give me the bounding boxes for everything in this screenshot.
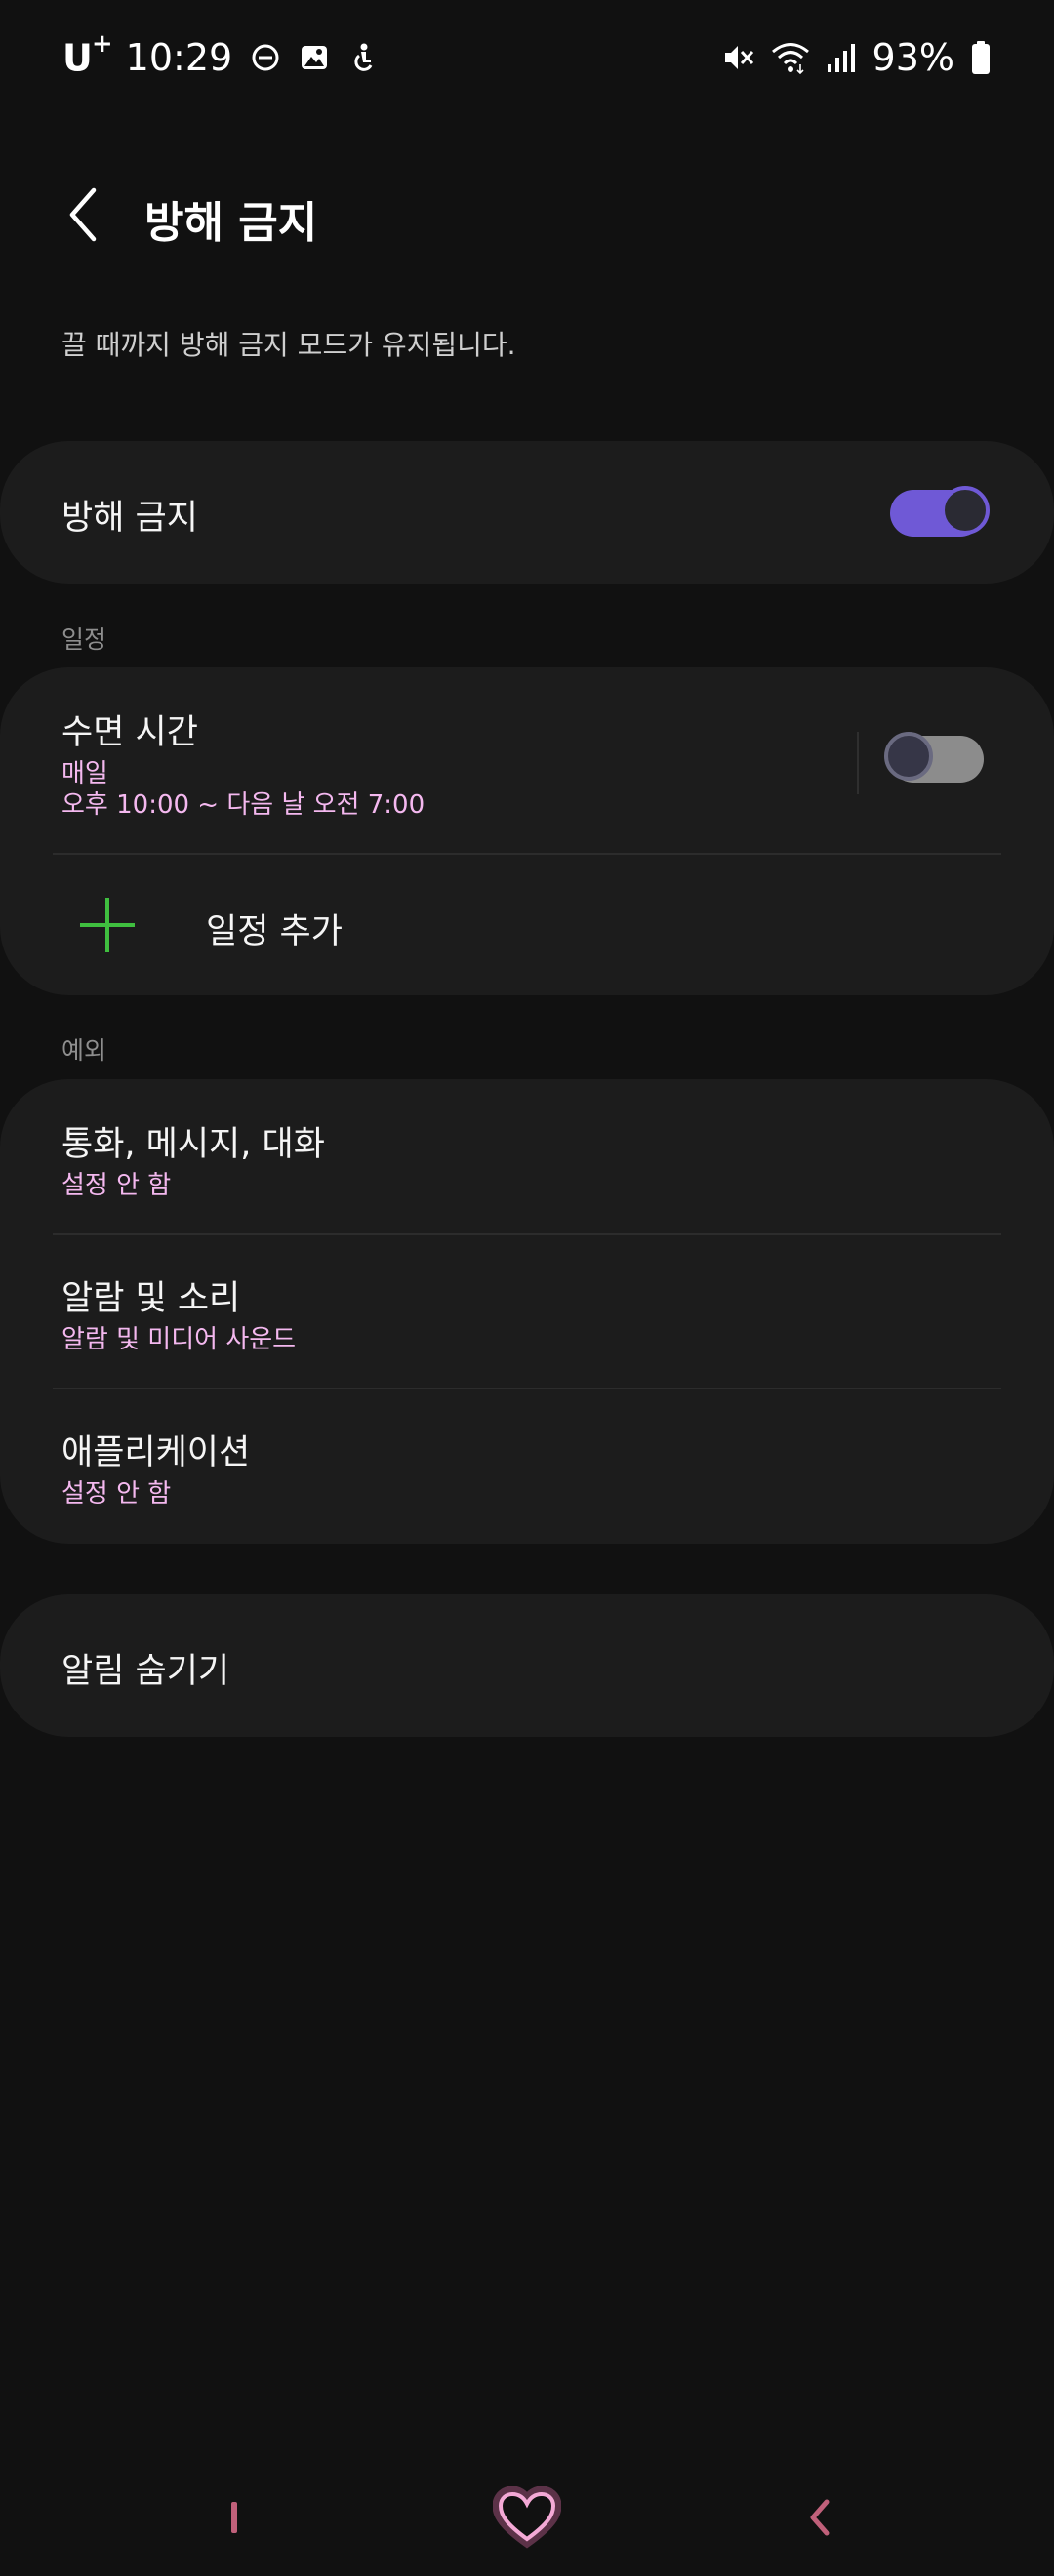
wifi-icon <box>771 41 810 74</box>
status-right: 93% <box>707 29 992 86</box>
exception-applications[interactable]: 애플리케이션 설정 안 함 <box>0 1389 1054 1544</box>
status-left: U+ 10:29 <box>62 29 379 86</box>
status-bar: U+ 10:29 93% <box>0 0 1054 115</box>
gallery-icon <box>299 42 330 73</box>
exception-sub: 알람 및 미디어 사운드 <box>61 1325 297 1354</box>
add-schedule-label: 일정 추가 <box>206 912 343 951</box>
schedule-item-sleep[interactable]: 수면 시간 매일 오후 10:00 ~ 다음 날 오전 7:00 <box>0 667 839 853</box>
dnd-toggle-label: 방해 금지 <box>61 499 198 538</box>
add-schedule-button[interactable]: 일정 추가 <box>0 855 1054 995</box>
hide-notifications-card[interactable]: 알림 숨기기 <box>0 1594 1054 1737</box>
exception-calls-messages[interactable]: 통화, 메시지, 대화 설정 안 함 <box>0 1079 1054 1233</box>
schedule-card: 수면 시간 매일 오후 10:00 ~ 다음 날 오전 7:00 일정 추가 <box>0 667 1054 995</box>
sleep-schedule-toggle[interactable] <box>884 732 984 783</box>
mute-icon <box>722 41 755 74</box>
exception-sub: 설정 안 함 <box>61 1171 172 1200</box>
exception-title: 알람 및 소리 <box>61 1279 241 1318</box>
exception-sub: 설정 안 함 <box>61 1479 172 1509</box>
status-time: 10:29 <box>125 36 233 79</box>
exception-title: 애플리케이션 <box>61 1433 251 1472</box>
schedule-section-label: 일정 <box>61 625 107 654</box>
carrier-label: U+ <box>62 29 113 80</box>
exceptions-card: 통화, 메시지, 대화 설정 안 함 알람 및 소리 알람 및 미디어 사운드 … <box>0 1079 1054 1544</box>
back-icon <box>810 2499 830 2536</box>
nav-back-button[interactable] <box>781 2478 859 2556</box>
dnd-icon <box>250 42 281 73</box>
hide-notifications-label: 알림 숨기기 <box>61 1652 230 1691</box>
battery-percent: 93% <box>872 36 954 79</box>
plus-icon <box>80 898 135 952</box>
dnd-description: 끌 때까지 방해 금지 모드가 유지됩니다. <box>61 329 516 361</box>
signal-icon <box>826 41 857 74</box>
exception-title: 통화, 메시지, 대화 <box>61 1125 325 1164</box>
dnd-toggle-switch[interactable] <box>890 486 990 537</box>
home-heart-icon <box>493 2486 561 2549</box>
exception-alarms-sounds[interactable]: 알람 및 소리 알람 및 미디어 사운드 <box>0 1235 1054 1388</box>
chevron-left-icon <box>69 187 97 242</box>
battery-icon <box>970 40 992 75</box>
toggle-knob <box>941 486 990 535</box>
recents-icon <box>231 2502 237 2533</box>
toggle-separator <box>857 732 859 794</box>
schedule-item-time: 오후 10:00 ~ 다음 날 오전 7:00 <box>61 790 426 820</box>
page-title: 방해 금지 <box>144 198 318 248</box>
accessibility-icon <box>347 42 379 73</box>
dnd-toggle-card[interactable]: 방해 금지 <box>0 441 1054 584</box>
navigation-bar <box>0 2459 1054 2576</box>
exceptions-section-label: 예외 <box>61 1036 107 1065</box>
toggle-knob <box>884 732 933 781</box>
home-button[interactable] <box>488 2478 566 2556</box>
header: 방해 금지 <box>0 166 1054 263</box>
back-button[interactable] <box>53 183 115 246</box>
recents-button[interactable] <box>195 2478 273 2556</box>
schedule-item-title: 수면 시간 <box>61 713 198 752</box>
